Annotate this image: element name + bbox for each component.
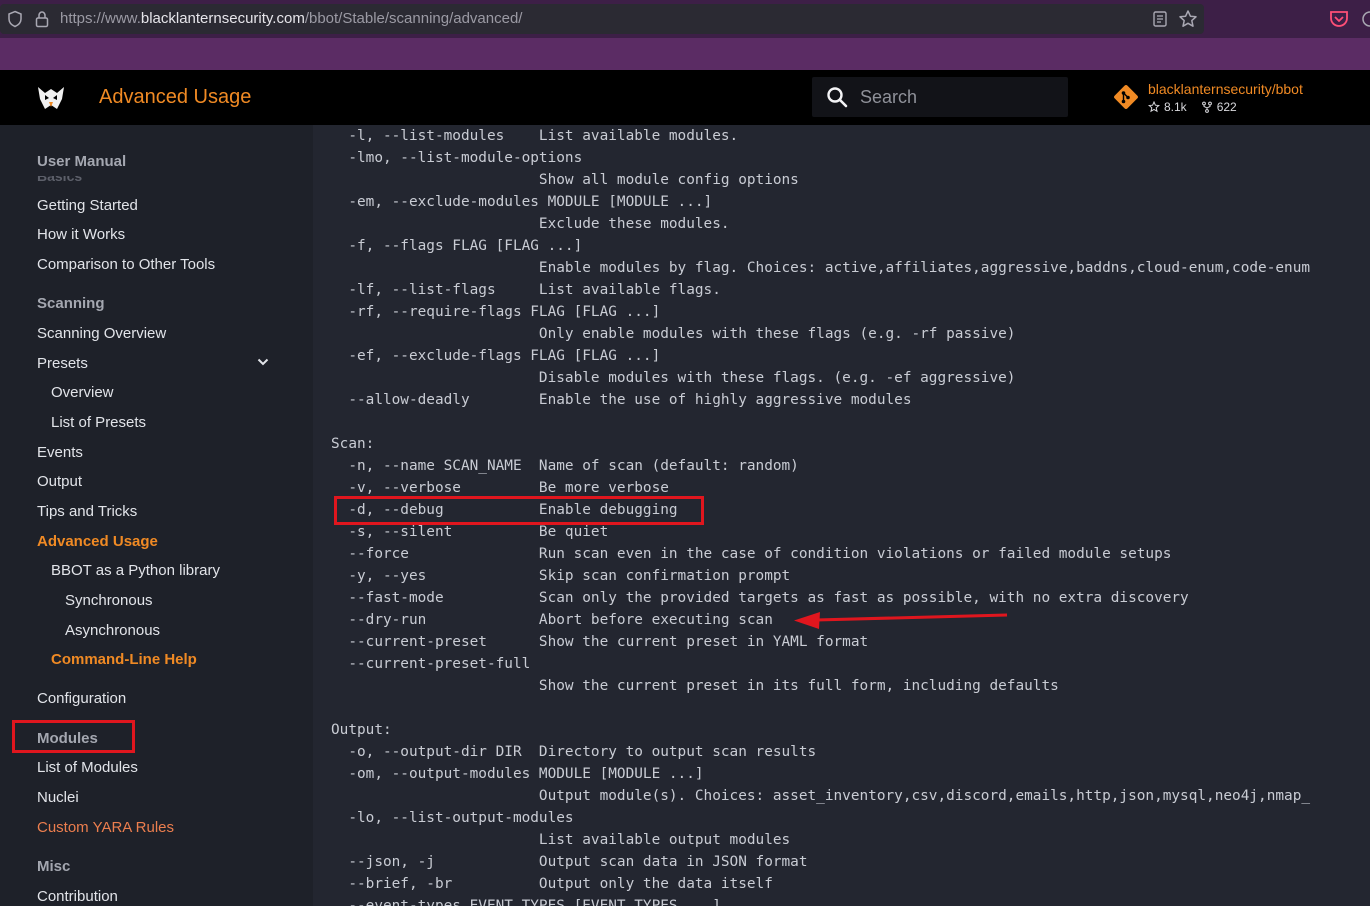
shield-icon[interactable] — [6, 10, 24, 28]
repo-stats: 8.1k 622 — [1148, 100, 1237, 114]
page-title: Advanced Usage — [99, 86, 252, 108]
modules-highlight-box — [12, 720, 135, 753]
star-icon — [1148, 101, 1160, 113]
code-line: -lmo, --list-module-options — [331, 150, 583, 166]
extension-icon[interactable] — [1360, 9, 1370, 29]
code-line: Disable modules with these flags. (e.g. … — [331, 370, 1016, 386]
sidebar-section-scanning[interactable]: Scanning — [37, 295, 105, 312]
git-icon — [1114, 85, 1138, 109]
code-line: --current-preset-full — [331, 656, 531, 672]
url-prefix: https://www. — [60, 10, 141, 27]
annotation-arrow — [794, 612, 1008, 629]
sidebar-item-custom-yara[interactable]: Custom YARA Rules — [37, 819, 174, 836]
fork-count: 622 — [1216, 100, 1237, 114]
sidebar-nav: Basics User Manual Getting Started How i… — [0, 125, 313, 906]
code-line: Exclude these modules. — [331, 216, 730, 232]
code-line: List available output modules — [331, 832, 791, 848]
repo-link[interactable]: blacklanternsecurity/bbot 8.1k 622 — [1113, 80, 1353, 120]
chevron-down-icon[interactable] — [256, 355, 270, 369]
code-line: --dry-run Abort before executing scan — [331, 612, 773, 628]
fork-icon — [1201, 101, 1212, 113]
pocket-icon[interactable] — [1328, 9, 1350, 29]
sidebar-item-getting-started[interactable]: Getting Started — [37, 197, 138, 214]
code-line: --json, -j Output scan data in JSON form… — [331, 854, 808, 870]
bbot-logo-icon[interactable] — [36, 83, 66, 113]
url-bar[interactable]: https://www.blacklanternsecurity.com/bbo… — [0, 4, 1204, 34]
code-line: -f, --flags FLAG [FLAG ...] — [331, 238, 583, 254]
sidebar-section-misc[interactable]: Misc — [37, 858, 70, 875]
code-line: Show all module config options — [331, 172, 799, 188]
sidebar-item-configuration[interactable]: Configuration — [37, 690, 126, 707]
sidebar-item-how-it-works[interactable]: How it Works — [37, 226, 125, 243]
code-line: --allow-deadly Enable the use of highly … — [331, 392, 912, 408]
browser-tab-strip — [0, 38, 1370, 70]
sidebar-item-presets[interactable]: Presets — [37, 355, 88, 372]
sidebar-item-overview[interactable]: Overview — [51, 384, 114, 401]
debug-highlight-box — [334, 496, 704, 525]
code-line: --current-preset Show the current preset… — [331, 634, 869, 650]
sidebar-item-output[interactable]: Output — [37, 473, 82, 490]
code-line: -om, --output-modules MODULE [MODULE ...… — [331, 766, 704, 782]
bookmark-star-icon[interactable] — [1178, 9, 1198, 29]
sidebar-item-tips[interactable]: Tips and Tricks — [37, 503, 137, 520]
reader-view-icon[interactable] — [1151, 10, 1169, 28]
sidebar-item-events[interactable]: Events — [37, 444, 83, 461]
sidebar-section-user-manual[interactable]: User Manual — [37, 153, 127, 176]
sidebar-item-synchronous[interactable]: Synchronous — [65, 592, 153, 609]
sidebar-item-list-of-modules[interactable]: List of Modules — [37, 759, 138, 776]
code-line: --brief, -br Output only the data itself — [331, 876, 773, 892]
code-line: Output module(s). Choices: asset_invento… — [331, 788, 1311, 804]
sidebar-item-comparison[interactable]: Comparison to Other Tools — [37, 256, 215, 273]
browser-toolbar: https://www.blacklanternsecurity.com/bbo… — [0, 0, 1370, 38]
code-line: -rf, --require-flags FLAG [FLAG ...] — [331, 304, 661, 320]
search-icon — [827, 87, 848, 108]
code-line: -ef, --exclude-flags FLAG [FLAG ...] — [331, 348, 661, 364]
code-line: -em, --exclude-modules MODULE [MODULE ..… — [331, 194, 713, 210]
sidebar-item-nuclei[interactable]: Nuclei — [37, 789, 79, 806]
url-text[interactable]: https://www.blacklanternsecurity.com/bbo… — [60, 10, 522, 27]
url-path: /bbot/Stable/scanning/advanced/ — [304, 10, 523, 27]
lock-icon[interactable] — [34, 10, 50, 28]
sidebar-item-list-of-presets[interactable]: List of Presets — [51, 414, 146, 431]
code-line: -l, --list-modules List available module… — [331, 128, 739, 144]
search-box[interactable]: Search — [812, 77, 1068, 117]
code-line: -n, --name SCAN_NAME Name of scan (defau… — [331, 458, 799, 474]
sidebar-item-scanning-overview[interactable]: Scanning Overview — [37, 325, 166, 342]
sidebar-item-bbot-python[interactable]: BBOT as a Python library — [51, 562, 220, 579]
sidebar-item-contribution[interactable]: Contribution — [37, 888, 118, 905]
url-domain: blacklanternsecurity.com — [140, 10, 305, 27]
code-line: Output: — [331, 722, 392, 738]
code-line: --force Run scan even in the case of con… — [331, 546, 1172, 562]
code-line: Show the current preset in its full form… — [331, 678, 1059, 694]
star-count: 8.1k — [1164, 100, 1187, 114]
code-line: -lo, --list-output-modules — [331, 810, 574, 826]
code-line: -lf, --list-flags List available flags. — [331, 282, 721, 298]
code-line: -y, --yes Skip scan confirmation prompt — [331, 568, 791, 584]
sidebar-item-advanced-usage[interactable]: Advanced Usage — [37, 533, 158, 550]
cli-help-code-block: -l, --list-modules List available module… — [313, 125, 1370, 906]
code-line: Scan: — [331, 436, 375, 452]
sidebar-item-asynchronous[interactable]: Asynchronous — [65, 622, 160, 639]
code-line: Only enable modules with these flags (e.… — [331, 326, 1016, 342]
code-line: -o, --output-dir DIR Directory to output… — [331, 744, 817, 760]
code-line: --event-types EVENT_TYPES [EVENT_TYPES .… — [331, 898, 721, 906]
search-placeholder: Search — [860, 87, 918, 107]
code-line: --fast-mode Scan only the provided targe… — [331, 590, 1189, 606]
sidebar-item-cli-help[interactable]: Command-Line Help — [51, 651, 197, 668]
code-line: Enable modules by flag. Choices: active,… — [331, 260, 1311, 276]
repo-name: blacklanternsecurity/bbot — [1148, 81, 1303, 97]
